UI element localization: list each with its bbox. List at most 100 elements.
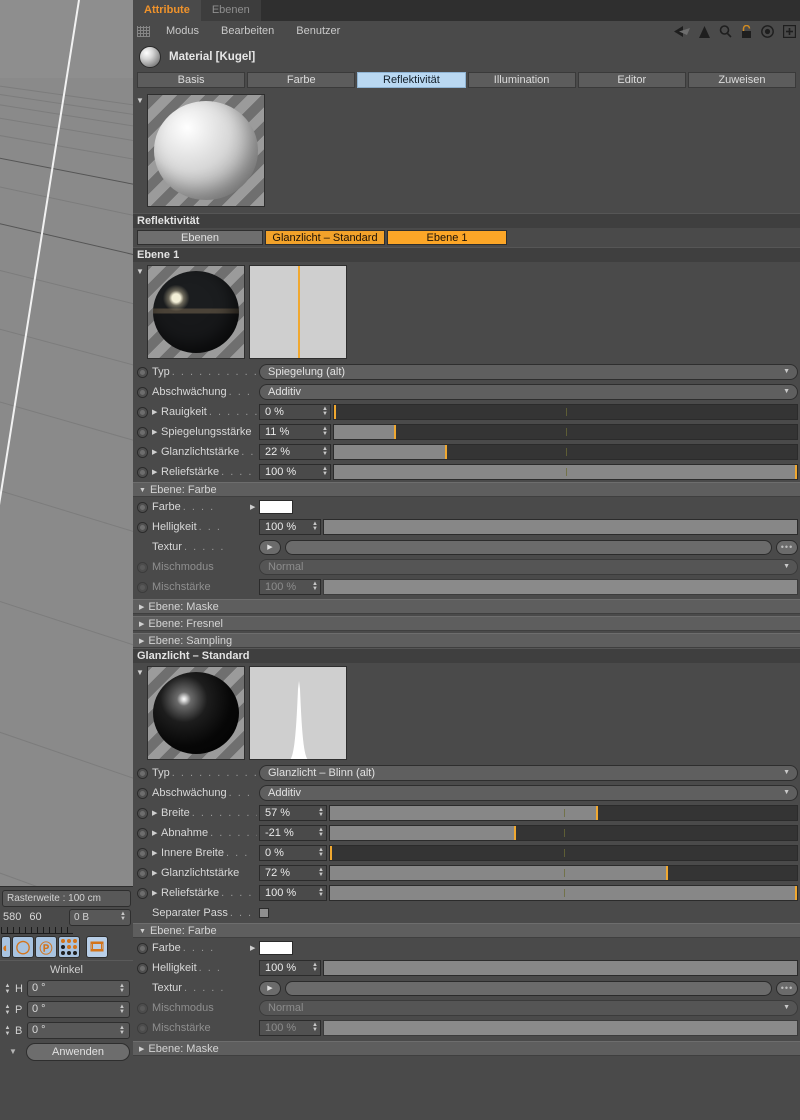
- ebene1-helligkeit-slider[interactable]: [323, 519, 798, 535]
- glanzlicht-typ-select[interactable]: Glanzlicht – Blinn (alt) ▼: [259, 765, 798, 781]
- tab-ebenen[interactable]: Ebenen: [200, 0, 261, 21]
- plus-box-icon[interactable]: [783, 25, 796, 38]
- angle-row-b[interactable]: ▲ ▼ B 0 ° ▲ ▼: [0, 1020, 133, 1041]
- expand-triangle-icon[interactable]: ▶: [250, 944, 259, 952]
- glanzlicht-farbe-row[interactable]: Farbe . . . . ▶: [133, 938, 800, 958]
- menu-modus[interactable]: Modus: [155, 21, 210, 42]
- angle-h-left-stepper[interactable]: ▲ ▼: [3, 981, 12, 996]
- tab-zuweisen[interactable]: Zuweisen: [687, 72, 797, 88]
- glanzlicht-separater-pass-row[interactable]: Separater Pass . . .: [133, 903, 800, 923]
- glanzlicht-innere-breite-animation-dot[interactable]: [137, 847, 148, 859]
- ebene1-sampling-group-header[interactable]: ▶ Ebene: Sampling: [133, 633, 800, 648]
- glanzlicht-textur-row[interactable]: Textur . . . . . ▶ •••: [133, 978, 800, 998]
- glanzlicht-curve-graph[interactable]: [249, 666, 347, 760]
- angle-h-stepper[interactable]: ▲ ▼: [119, 983, 125, 994]
- tab-farbe[interactable]: Farbe: [247, 72, 356, 88]
- glanzlicht-abschwaechung-row[interactable]: Abschwächung . . . Additiv ▼: [133, 783, 800, 803]
- angle-p-stepper[interactable]: ▲ ▼: [119, 1004, 125, 1015]
- collapse-triangle-icon[interactable]: ▼: [139, 924, 146, 939]
- ebene1-maske-group-header[interactable]: ▶ Ebene: Maske: [133, 599, 800, 614]
- glanzlicht-breite-row[interactable]: ▶ Breite . . . . . . . . . 57 % ▲▼: [133, 803, 800, 823]
- parametric-tool-icon[interactable]: Ⓟ: [35, 936, 57, 958]
- partial-tool-icon[interactable]: ◐: [1, 936, 11, 958]
- ebene1-rauigkeit-row[interactable]: ▶ Rauigkeit . . . . . . . . 0 % ▲▼: [133, 402, 800, 422]
- chevron-down-icon[interactable]: ▼: [3, 1044, 23, 1059]
- glanzlicht-breite-field[interactable]: 57 % ▲ ▼: [259, 805, 327, 821]
- glanzlicht-glanzlichtstaerke-animation-dot[interactable]: [137, 867, 148, 879]
- glanzlicht-helligkeit-field[interactable]: 100 % ▲ ▼: [259, 960, 321, 976]
- expand-triangle-icon[interactable]: ▶: [152, 428, 161, 436]
- tab-basis[interactable]: Basis: [137, 72, 246, 88]
- ebene1-farbe-group-header[interactable]: ▼ Ebene: Farbe: [133, 482, 800, 497]
- ebene1-helligkeit-field[interactable]: 100 % ▲ ▼: [259, 519, 321, 535]
- ebene1-helligkeit-row[interactable]: Helligkeit . . . 100 % ▲ ▼: [133, 517, 800, 537]
- expand-triangle-icon[interactable]: ▶: [139, 600, 144, 615]
- ebene1-spiegelungsstaerke-stepper[interactable]: ▲ ▼: [322, 426, 328, 437]
- glanzlicht-breite-stepper[interactable]: ▲ ▼: [318, 807, 324, 818]
- glanzlicht-glanzlichtstaerke-row[interactable]: ▶ Glanzlichtstärke 72 % ▲ ▼: [133, 863, 800, 883]
- layer-tab-ebenen[interactable]: Ebenen: [137, 230, 263, 245]
- glanzlicht-abnahme-row[interactable]: ▶ Abnahme . . . . . . -21 % ▲ ▼: [133, 823, 800, 843]
- glanzlicht-innere-breite-row[interactable]: ▶ Innere Breite . . . 0 % ▲ ▼: [133, 843, 800, 863]
- menu-bar[interactable]: Modus Bearbeiten Benutzer: [133, 21, 800, 42]
- angle-h-field[interactable]: 0 ° ▲ ▼: [27, 980, 130, 997]
- ebene1-rauigkeit-slider[interactable]: [333, 404, 798, 420]
- glanzlicht-helligkeit-stepper[interactable]: ▲ ▼: [312, 962, 318, 973]
- ebene1-textur-row[interactable]: Textur . . . . . ▶ •••: [133, 537, 800, 557]
- glanzlicht-separater-pass-checkbox[interactable]: [259, 908, 269, 918]
- glanzlicht-reliefstaerke-row[interactable]: ▶ Reliefstärke . . . . 100 % ▲ ▼: [133, 883, 800, 903]
- ebene1-glanzlichtstaerke-field[interactable]: 22 % ▲ ▼: [259, 444, 331, 460]
- ebene1-glanzlichtstaerke-slider[interactable]: [333, 444, 798, 460]
- layer-tab-ebene-1[interactable]: Ebene 1: [387, 230, 507, 245]
- ebene1-typ-animation-dot[interactable]: [137, 366, 148, 378]
- ebene1-reliefstaerke-field[interactable]: 100 % ▲ ▼: [259, 464, 331, 480]
- ebene1-typ-row[interactable]: Typ . . . . . . . . . . . . . . Spiegelu…: [133, 362, 800, 382]
- glanzlicht-typ-animation-dot[interactable]: [137, 767, 148, 779]
- expand-triangle-icon[interactable]: ▶: [152, 889, 161, 897]
- material-page-tabs[interactable]: Basis Farbe Reflektivität Illumination E…: [133, 72, 800, 91]
- apply-button[interactable]: Anwenden: [26, 1042, 130, 1061]
- glanzlicht-abnahme-slider[interactable]: [329, 825, 798, 841]
- ebene1-glanzlichtstaerke-row[interactable]: ▶ Glanzlichtstärke . . 22 % ▲ ▼: [133, 442, 800, 462]
- ebene1-abschwaechung-animation-dot[interactable]: [137, 386, 148, 398]
- glanzlicht-typ-row[interactable]: Typ . . . . . . . . . . . . . Glanzlicht…: [133, 763, 800, 783]
- ebene1-curve-graph[interactable]: [249, 265, 347, 359]
- ebene1-reliefstaerke-row[interactable]: ▶ Reliefstärke . . . . . . 100 % ▲▼: [133, 462, 800, 482]
- tab-editor[interactable]: Editor: [577, 72, 686, 88]
- expand-triangle-icon[interactable]: ▶: [139, 617, 144, 632]
- ebene1-glanzlichtstaerke-stepper[interactable]: ▲ ▼: [322, 446, 328, 457]
- glanzlicht-helligkeit-animation-dot[interactable]: [137, 962, 148, 974]
- timeline-ruler[interactable]: [1, 927, 73, 934]
- ebene1-rauigkeit-stepper[interactable]: ▲ ▼: [322, 406, 328, 417]
- glanzlicht-textur-field[interactable]: [285, 980, 772, 996]
- viewport-toolbar[interactable]: ◐ ◯ Ⓟ 🎞: [0, 934, 133, 960]
- glanzlicht-maske-group-header[interactable]: ▶ Ebene: Maske: [133, 1041, 800, 1056]
- glanzlicht-glanzlichtstaerke-stepper[interactable]: ▲ ▼: [318, 867, 324, 878]
- collapse-triangle-icon[interactable]: ▼: [139, 483, 146, 498]
- tab-illumination[interactable]: Illumination: [467, 72, 576, 88]
- ebene1-farbe-animation-dot[interactable]: [137, 501, 148, 513]
- ebene1-reliefstaerke-stepper[interactable]: ▲ ▼: [322, 466, 328, 477]
- apply-row[interactable]: ▼ Anwenden: [0, 1041, 133, 1062]
- ebene1-textur-browse-button[interactable]: •••: [776, 539, 798, 555]
- expand-triangle-icon[interactable]: ▶: [152, 468, 161, 476]
- reflectivity-layer-tabs[interactable]: Ebenen Glanzlicht – Standard Ebene 1: [133, 228, 800, 247]
- ebene1-spiegelungsstaerke-animation-dot[interactable]: [137, 426, 148, 438]
- angle-row-p[interactable]: ▲ ▼ P 0 ° ▲ ▼: [0, 999, 133, 1020]
- glanzlicht-glanzlichtstaerke-field[interactable]: 72 % ▲ ▼: [259, 865, 327, 881]
- glanzlicht-abschwaechung-select[interactable]: Additiv ▼: [259, 785, 798, 801]
- render-view-icon[interactable]: 🎞: [86, 936, 108, 958]
- target-icon[interactable]: [761, 25, 774, 38]
- glanzlicht-reliefstaerke-animation-dot[interactable]: [137, 887, 148, 899]
- angle-b-stepper[interactable]: ▲ ▼: [119, 1025, 125, 1036]
- tab-reflektivitaet[interactable]: Reflektivität: [357, 72, 466, 88]
- ebene1-textur-menu-button[interactable]: ▶: [259, 539, 281, 555]
- glanzlicht-breite-slider[interactable]: [329, 805, 798, 821]
- ebene1-farbe-row[interactable]: Farbe . . . . ▶: [133, 497, 800, 517]
- 3d-viewport[interactable]: [0, 0, 133, 886]
- ebene1-sphere-thumbnail[interactable]: [147, 265, 245, 359]
- ebene1-farbe-swatch[interactable]: [259, 500, 293, 514]
- glanzlicht-glanzlichtstaerke-slider[interactable]: [329, 865, 798, 881]
- expand-triangle-icon[interactable]: ▶: [250, 503, 259, 511]
- material-preview-thumbnail[interactable]: [147, 94, 265, 207]
